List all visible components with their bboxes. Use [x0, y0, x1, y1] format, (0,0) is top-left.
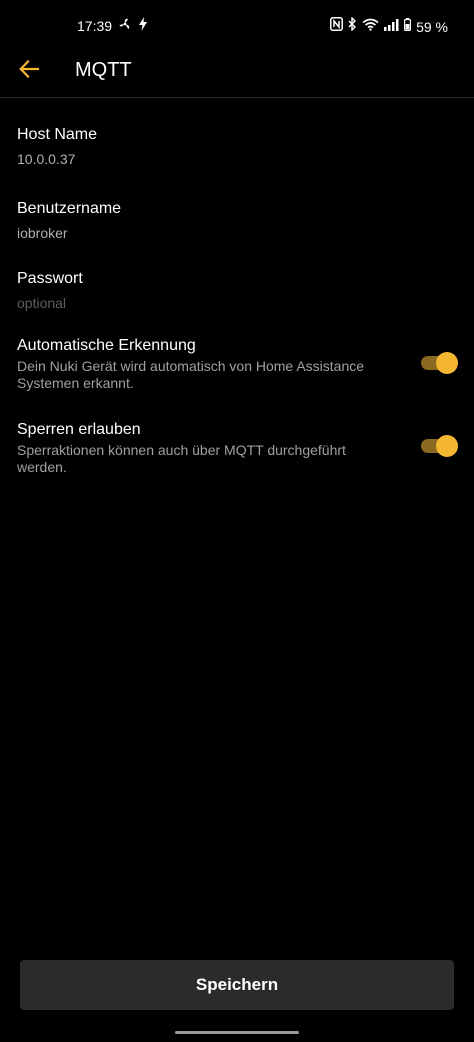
auto-discovery-description: Dein Nuki Gerät wird automatisch von Hom…: [17, 358, 365, 391]
status-bar: 17:39 59 %: [0, 0, 474, 52]
save-button[interactable]: Speichern: [20, 960, 454, 1010]
battery-percent: 59 %: [416, 18, 448, 35]
allow-locking-description: Sperraktionen können auch über MQTT durc…: [17, 442, 346, 475]
back-button[interactable]: [14, 56, 44, 86]
allow-locking-row[interactable]: Sperren erlauben Sperraktionen können au…: [17, 420, 458, 476]
allow-locking-switch[interactable]: [421, 435, 458, 457]
auto-discovery-switch[interactable]: [421, 352, 458, 374]
host-name-label: Host Name: [17, 126, 98, 143]
page-title: MQTT: [75, 59, 132, 81]
auto-discovery-title: Automatische Erkennung: [17, 337, 196, 354]
password-label: Passwort: [17, 270, 83, 287]
status-left-icons: [118, 17, 148, 36]
app-bar: MQTT: [0, 52, 474, 97]
username-label: Benutzername: [17, 200, 122, 217]
username-field[interactable]: Benutzername iobroker: [17, 199, 457, 242]
signal-icon: [384, 18, 399, 36]
arrow-left-icon: [19, 59, 40, 83]
host-name-field[interactable]: Host Name 10.0.0.37: [17, 125, 457, 168]
status-right-icons: 59 %: [330, 16, 448, 36]
nfc-icon: [330, 17, 344, 36]
host-name-value[interactable]: 10.0.0.37: [17, 150, 457, 168]
wifi-icon: [362, 18, 379, 36]
switch-thumb: [436, 435, 458, 457]
fan-icon: [118, 17, 132, 36]
password-placeholder[interactable]: optional: [17, 294, 457, 312]
app-bar-divider: [0, 97, 474, 98]
flash-icon: [138, 17, 148, 36]
bluetooth-icon: [348, 16, 357, 36]
home-indicator[interactable]: [175, 1031, 299, 1034]
status-time: 17:39: [77, 18, 113, 34]
switch-thumb: [436, 352, 458, 374]
auto-discovery-row[interactable]: Automatische Erkennung Dein Nuki Gerät w…: [17, 336, 458, 392]
username-value[interactable]: iobroker: [17, 224, 457, 242]
password-field[interactable]: Passwort optional: [17, 269, 457, 312]
auto-discovery-text: Automatische Erkennung Dein Nuki Gerät w…: [17, 336, 387, 392]
allow-locking-title: Sperren erlauben: [17, 421, 141, 438]
battery-icon: [404, 17, 412, 36]
allow-locking-text: Sperren erlauben Sperraktionen können au…: [17, 420, 387, 476]
